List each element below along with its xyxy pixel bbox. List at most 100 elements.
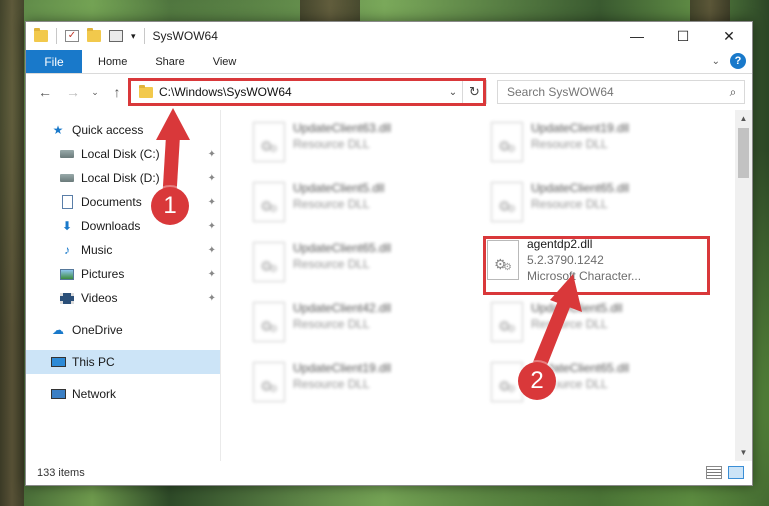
address-bar[interactable]: C:\Windows\SysWOW64 ⌄ ↻ [130,80,487,104]
title-bar: ✓ ▾ SysWOW64 — ☐ ✕ [26,22,752,50]
maximize-button[interactable]: ☐ [660,22,706,50]
file-name: UpdateClient5.dll [531,301,623,315]
new-folder-icon[interactable] [87,28,101,42]
sidebar-item-label: Quick access [72,123,144,137]
file-name: UpdateClient63.dll [293,121,392,135]
sidebar-item-label: Local Disk (D:) [81,171,160,185]
refresh-button[interactable]: ↻ [462,81,486,103]
search-input[interactable] [507,85,722,99]
pin-icon[interactable]: ✦ [208,197,216,208]
sidebar-item-downloads[interactable]: ⬇ Downloads ✦ [26,214,220,238]
minimize-button[interactable]: — [614,22,660,50]
disk-icon [59,147,75,161]
sidebar-item-pictures[interactable]: Pictures ✦ [26,262,220,286]
sidebar-item-this-pc[interactable]: This PC [26,350,220,374]
divider [143,28,145,44]
divider [56,28,57,44]
file-item[interactable]: ⚙ ⚙ UpdateClient5.dll Resource DLL [221,176,451,226]
pc-icon [50,355,66,369]
vertical-scrollbar[interactable]: ▲ ▼ [735,110,752,461]
sidebar-item-label: Downloads [81,219,141,233]
address-dropdown-icon[interactable]: ⌄ [444,87,462,98]
large-icons-view-icon[interactable] [728,466,744,479]
help-icon[interactable]: ? [730,53,746,69]
dll-file-icon: ⚙ ⚙ [253,242,285,282]
main-content: ★ Quick access Local Disk (C:) ✦ Local D… [26,110,752,461]
tab-share[interactable]: Share [141,50,198,73]
pin-icon[interactable]: ✦ [208,245,216,256]
music-icon: ♪ [64,243,70,257]
sidebar-item-label: Pictures [81,267,125,281]
sidebar-item-quick-access[interactable]: ★ Quick access [26,118,220,142]
network-icon [50,387,66,401]
scrollbar-thumb[interactable] [738,128,749,178]
window-controls: — ☐ ✕ [614,22,752,50]
tab-view[interactable]: View [199,50,251,73]
dll-file-icon: ⚙ ⚙ [253,362,285,402]
up-button[interactable]: ↑ [106,84,128,100]
quick-access-dropdown-icon[interactable]: ▾ [131,31,136,42]
status-bar: 133 items [26,461,752,485]
scroll-down-icon[interactable]: ▼ [735,444,752,461]
sidebar-item-label: Documents [81,195,142,209]
file-type: Resource DLL [531,317,608,331]
file-item-agentdp2[interactable]: ⚙ ⚙ agentdp2.dll 5.2.3790.1242 Microsoft … [459,234,689,294]
pin-icon[interactable]: ✦ [208,149,216,160]
back-button[interactable]: ← [34,84,56,100]
item-count: 133 items [37,467,85,479]
file-item[interactable]: ⚙ ⚙ UpdateClient42.dll Resource DLL [221,296,451,346]
file-item[interactable]: ⚙ ⚙ UpdateClient5.dll Resource DLL [459,296,689,346]
scroll-up-icon[interactable]: ▲ [735,110,752,127]
sidebar-item-videos[interactable]: Videos ✦ [26,286,220,310]
sidebar-item-network[interactable]: Network [26,382,220,406]
background-tree-trunk [690,0,730,22]
ribbon-tabs: File Home Share View ⌄ ? [26,50,752,74]
file-item[interactable]: ⚙ ⚙ UpdateClient65.dll Resource DLL [459,176,689,226]
sidebar-item-onedrive[interactable]: ☁ OneDrive [26,318,220,342]
file-item[interactable]: ⚙ ⚙ UpdateClient19.dll Resource DLL [221,356,451,406]
sidebar-item-local-disk-c[interactable]: Local Disk (C:) ✦ [26,142,220,166]
file-type: Resource DLL [531,197,608,211]
file-name: UpdateClient65.dll [531,181,630,195]
search-box[interactable]: ⌕ [497,80,745,104]
file-name: agentdp2.dll [527,237,593,251]
tab-file[interactable]: File [26,50,82,73]
expand-ribbon-icon[interactable]: ⌄ [712,56,720,67]
close-button[interactable]: ✕ [706,22,752,50]
pictures-icon [59,267,75,281]
file-item[interactable]: ⚙ ⚙ UpdateClient19.dll Resource DLL [459,116,689,166]
file-type: Resource DLL [293,257,370,271]
background-tree-trunk [0,0,24,506]
sidebar-item-local-disk-d[interactable]: Local Disk (D:) ✦ [26,166,220,190]
sidebar-item-label: OneDrive [72,323,123,337]
file-item[interactable]: ⚙ ⚙ UpdateClient63.dll Resource DLL [221,116,451,166]
background-tree-trunk [300,0,360,22]
navigation-bar: ← → ⌄ ↑ C:\Windows\SysWOW64 ⌄ ↻ ⌕ [26,74,752,110]
properties-check-icon[interactable]: ✓ [65,30,79,42]
videos-icon [59,291,75,305]
tab-home[interactable]: Home [82,50,141,73]
step-badge-2: 2 [518,362,556,400]
file-type: Resource DLL [531,137,608,151]
list-properties-icon[interactable] [109,30,123,42]
file-item[interactable]: ⚙ ⚙ UpdateClient65.dll Resource DLL [459,356,689,406]
search-icon[interactable]: ⌕ [722,85,744,100]
file-type: Resource DLL [293,317,370,331]
file-name: UpdateClient19.dll [531,121,630,135]
pin-icon[interactable]: ✦ [208,293,216,304]
sidebar-item-documents[interactable]: Documents ✦ [26,190,220,214]
pin-icon[interactable]: ✦ [208,173,216,184]
ribbon-right-controls: ⌄ ? [712,53,746,69]
forward-button[interactable]: → [62,84,84,100]
file-item[interactable]: ⚙ ⚙ UpdateClient65.dll Resource DLL [221,236,451,286]
sidebar-item-label: Local Disk (C:) [81,147,160,161]
address-path[interactable]: C:\Windows\SysWOW64 [159,85,444,99]
pin-icon[interactable]: ✦ [208,221,216,232]
sidebar-item-music[interactable]: ♪ Music ✦ [26,238,220,262]
pin-icon[interactable]: ✦ [208,269,216,280]
file-list: ⚙ ⚙ UpdateClient63.dll Resource DLL ⚙ ⚙ Upd… [221,110,752,461]
details-view-icon[interactable] [706,466,722,479]
dll-file-icon: ⚙ ⚙ [491,182,523,222]
recent-locations-icon[interactable]: ⌄ [88,87,102,98]
folder-icon[interactable] [34,28,48,42]
